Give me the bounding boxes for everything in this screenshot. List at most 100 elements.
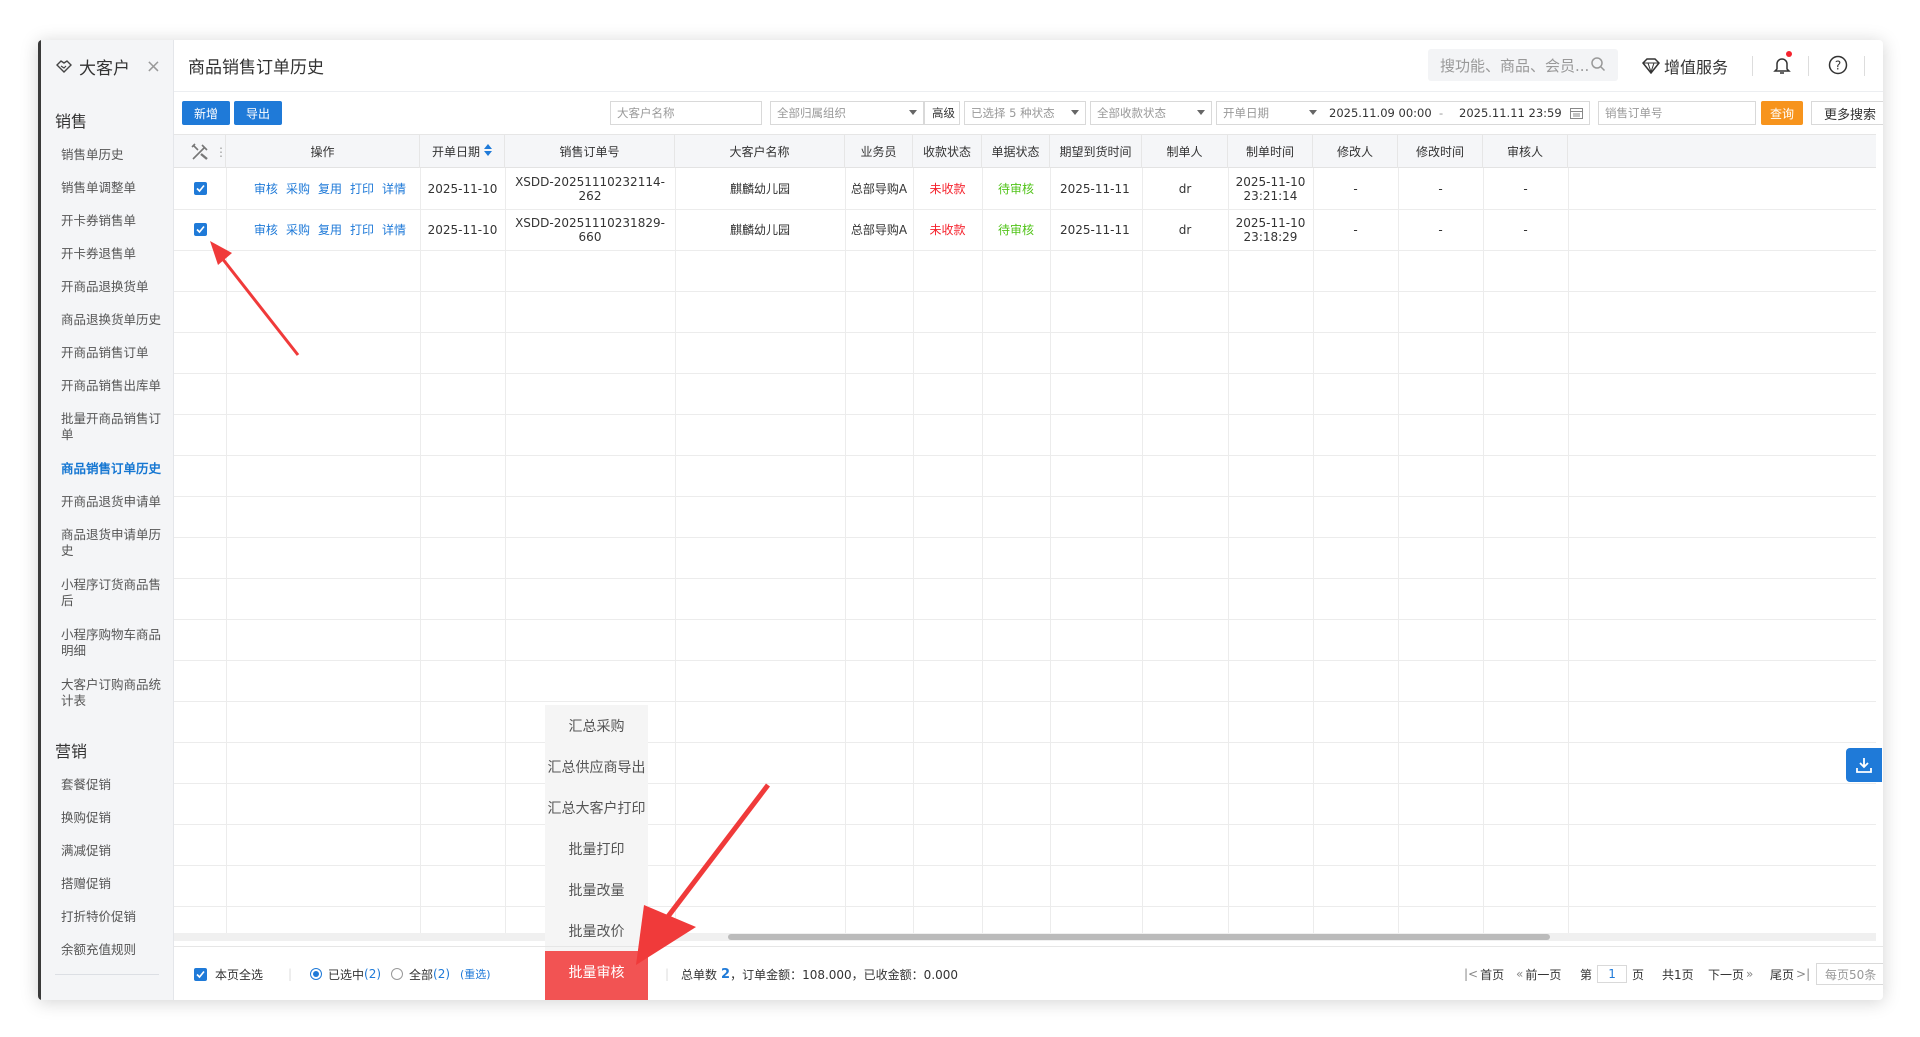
action-link[interactable]: 复用 [318, 223, 342, 237]
per-page-box[interactable]: 每页50条 [1816, 963, 1883, 985]
status-select[interactable]: 已选择 5 种状态 [964, 101, 1086, 125]
action-link[interactable]: 打印 [350, 182, 374, 196]
date-range-field[interactable]: 开单日期 2025.11.09 00:00 - 2025.11.11 23:59 [1216, 101, 1590, 125]
sidebar-item[interactable]: 开卡券退售单 [41, 237, 173, 270]
annotation-arrow-checkbox [210, 241, 300, 356]
grid-line [174, 455, 1876, 456]
bell-icon[interactable] [1770, 51, 1794, 77]
sidebar-item[interactable]: 商品退货申请单历史 [41, 518, 173, 568]
cell-order-no: XSDD-20251110232114-262 [515, 174, 665, 203]
customer-name-input[interactable]: 大客户名称 [610, 101, 762, 125]
all-radio[interactable]: 全部 (2) [391, 947, 450, 1000]
svg-text:?: ? [1835, 59, 1841, 73]
cell-doc-status: 待审核 [997, 181, 1034, 196]
sidebar-item[interactable]: 商品退换货单历史 [41, 303, 173, 336]
date-to[interactable]: 2025.11.11 23:59 [1459, 106, 1562, 120]
checkbox-checked[interactable] [194, 967, 207, 981]
sidebar-divider [55, 974, 159, 975]
column-header-label: 大客户名称 [729, 145, 790, 159]
horizontal-scrollbar[interactable] [728, 934, 1550, 940]
column-header-label: 操作 [310, 145, 335, 159]
export-button[interactable]: 导出 [234, 101, 282, 125]
radio-checked[interactable] [310, 968, 322, 980]
page-number-input[interactable]: 1 [1597, 965, 1628, 983]
user-icon[interactable] [1882, 53, 1883, 77]
date-from[interactable]: 2025.11.09 00:00 [1329, 106, 1432, 120]
chevron-down-icon [909, 110, 917, 115]
sidebar-item[interactable]: 开商品退换货单 [41, 270, 173, 303]
grid-line [174, 373, 1876, 374]
menu-item[interactable]: 汇总采购 [545, 705, 648, 746]
chevron-down-icon [1309, 110, 1317, 115]
sidebar-item[interactable]: 小程序购物车商品明细 [41, 618, 173, 668]
sidebar-item[interactable]: 批量开商品销售订单 [41, 402, 173, 452]
help-icon[interactable]: ? [1826, 53, 1850, 77]
search-icon[interactable] [1590, 56, 1606, 76]
query-button[interactable]: 查询 [1761, 101, 1803, 125]
sidebar-item[interactable]: 大客户订购商品统计表 [41, 668, 173, 718]
sidebar-item[interactable]: 打折特价促销 [41, 900, 173, 933]
calendar-icon[interactable] [1570, 107, 1583, 122]
action-link[interactable]: 审核 [254, 182, 278, 196]
col-date-header[interactable]: 开单日期 [420, 135, 505, 168]
prev-page-button[interactable]: « 前一页 [1516, 947, 1561, 1000]
date-type-select[interactable]: 开单日期 [1223, 105, 1269, 121]
cell-creator: dr [1178, 181, 1192, 196]
cell-modified-time: - [1438, 222, 1443, 237]
close-icon[interactable]: × [146, 56, 161, 77]
action-link[interactable]: 打印 [350, 223, 374, 237]
settings-tools-icon[interactable] [190, 142, 210, 162]
sidebar-header: 大客户 × [41, 40, 173, 92]
selected-radio[interactable]: 已选中 (2) [310, 947, 381, 1000]
prev-page-icon: « [1516, 967, 1524, 981]
sidebar-item[interactable]: 开商品退货申请单 [41, 485, 173, 518]
action-link[interactable]: 复用 [318, 182, 342, 196]
selected-label: 已选中 [328, 967, 365, 982]
value-service-button[interactable]: 增值服务 [1642, 54, 1728, 78]
sidebar-item[interactable]: 商品销售订单历史 [41, 452, 173, 485]
cell-modifier: - [1353, 222, 1358, 237]
cell-modifier: - [1353, 181, 1358, 196]
per-page-select[interactable]: 每页50条 [1816, 947, 1883, 1000]
sidebar-item[interactable]: 换购促销 [41, 801, 173, 834]
radio-unchecked[interactable] [391, 968, 403, 980]
sidebar-item[interactable]: 小程序订货商品售后 [41, 568, 173, 618]
last-page-button[interactable]: 尾页 >| [1770, 947, 1810, 1000]
sidebar-item[interactable]: 搭赠促销 [41, 867, 173, 900]
sidebar-item[interactable]: 开商品销售订单 [41, 336, 173, 369]
last-page-label: 尾页 [1770, 967, 1795, 982]
sort-icon[interactable] [484, 144, 492, 159]
sidebar-item[interactable]: 开商品销售出库单 [41, 369, 173, 402]
new-button[interactable]: 新增 [182, 101, 230, 125]
column-header-label: 期望到货时间 [1059, 145, 1132, 159]
sidebar-item[interactable]: 套餐促销 [41, 768, 173, 801]
more-search-button[interactable]: 更多搜索 [1811, 101, 1883, 125]
sidebar-item[interactable]: 销售单历史 [41, 138, 173, 171]
reselect-link[interactable]: (重选) [460, 947, 491, 1000]
advanced-button[interactable]: 高级 [924, 101, 960, 125]
action-link[interactable]: 详情 [382, 223, 406, 237]
org-select[interactable]: 全部归属组织 [770, 101, 924, 125]
first-page-button[interactable]: |< 首页 [1464, 947, 1504, 1000]
download-button[interactable] [1846, 748, 1882, 782]
action-link[interactable]: 采购 [286, 182, 310, 196]
grid-line [174, 783, 1876, 784]
action-link[interactable]: 详情 [382, 182, 406, 196]
column-settings[interactable]: ⋮ [174, 135, 227, 168]
first-page-icon: |< [1464, 967, 1479, 981]
sidebar-item[interactable]: 销售单调整单 [41, 171, 173, 204]
next-page-button[interactable]: 下一页 » [1708, 947, 1753, 1000]
global-search-input[interactable]: 搜功能、商品、会员... [1428, 49, 1618, 81]
sidebar: 大客户 × 销售 销售单历史 销售单调整单 开卡券销售单 开卡券退售单 开商品退换货单 商品… [41, 40, 174, 1000]
sidebar-item[interactable]: 开卡券销售单 [41, 204, 173, 237]
column-header-label: 制单人 [1166, 145, 1203, 159]
column-header-label: 审核人 [1506, 145, 1543, 159]
header: 商品销售订单历史 搜功能、商品、会员... 增值服务 ? [174, 40, 1883, 92]
sidebar-section-title: 营销 [55, 742, 88, 761]
row-checkbox[interactable] [193, 182, 207, 195]
payment-status-select[interactable]: 全部收款状态 [1090, 101, 1212, 125]
sidebar-item[interactable]: 余额充值规则 [41, 933, 173, 966]
select-page-checkbox[interactable]: 本页全选 [194, 947, 263, 1000]
order-no-input[interactable]: 销售订单号 [1598, 101, 1756, 125]
sidebar-item[interactable]: 满减促销 [41, 834, 173, 867]
